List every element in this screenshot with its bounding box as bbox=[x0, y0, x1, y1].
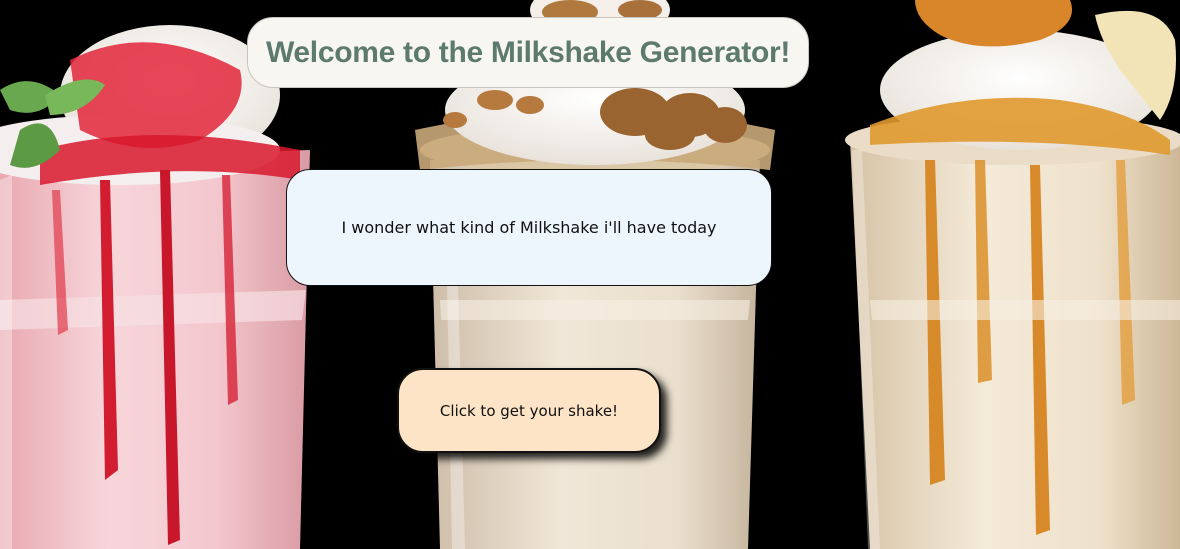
title-banner: Welcome to the Milkshake Generator! bbox=[247, 17, 809, 88]
caramel-banana-milkshake-icon bbox=[845, 0, 1180, 549]
message-panel: I wonder what kind of Milkshake i'll hav… bbox=[286, 169, 772, 286]
strawberry-milkshake-icon bbox=[0, 25, 310, 549]
message-text: I wonder what kind of Milkshake i'll hav… bbox=[341, 218, 717, 237]
get-shake-button[interactable]: Click to get your shake! bbox=[397, 368, 661, 453]
page: Welcome to the Milkshake Generator! I wo… bbox=[0, 0, 1180, 549]
page-title: Welcome to the Milkshake Generator! bbox=[265, 35, 791, 69]
get-shake-button-label: Click to get your shake! bbox=[439, 401, 619, 420]
